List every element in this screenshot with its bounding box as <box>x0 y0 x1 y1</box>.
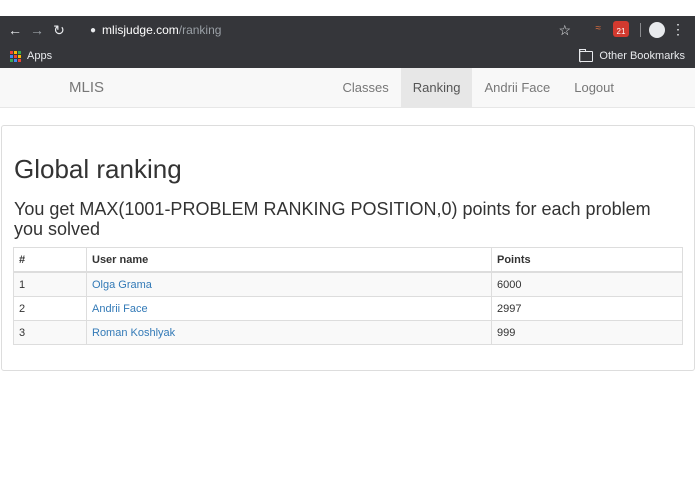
bookmarks-bar: Apps Other Bookmarks <box>0 44 695 68</box>
ranking-description: You get MAX(1001-PROBLEM RANKING POSITIO… <box>14 199 651 239</box>
table-row: 1 Olga Grama 6000 <box>13 271 683 297</box>
table-header-row: # User name Points <box>13 247 683 273</box>
column-header-points: Points <box>491 247 683 273</box>
nav-item-classes[interactable]: Classes <box>331 68 401 107</box>
profile-avatar-icon[interactable] <box>649 22 665 38</box>
table-row: 2 Andrii Face 2997 <box>13 296 683 321</box>
url-host: mlisjudge.com <box>102 23 179 37</box>
ranking-table: # User name Points 1 Olga Grama 6000 2 A… <box>13 247 683 345</box>
user-cell: Olga Grama <box>86 271 492 297</box>
user-link[interactable]: Roman Koshlyak <box>92 327 175 339</box>
rank-cell: 2 <box>13 296 87 321</box>
address-bar-row: ← → ↻ ● mlisjudge.com/ranking ☆ ≈ 21 ⋮ <box>0 16 695 44</box>
extension-badge-icon[interactable]: 21 <box>613 21 629 37</box>
points-cell: 2997 <box>491 296 683 321</box>
window-top-strip <box>0 0 695 16</box>
menu-kebab-icon[interactable]: ⋮ <box>671 21 685 38</box>
column-header-rank: # <box>13 247 87 273</box>
rank-cell: 3 <box>13 320 87 345</box>
browser-chrome: ← → ↻ ● mlisjudge.com/ranking ☆ ≈ 21 ⋮ A… <box>0 16 695 68</box>
user-cell: Andrii Face <box>86 296 492 321</box>
table-row: 3 Roman Koshlyak 999 <box>13 320 683 345</box>
user-link[interactable]: Andrii Face <box>92 303 148 315</box>
site-navbar: MLIS Classes Ranking Andrii Face Logout <box>0 68 695 108</box>
apps-bookmark[interactable]: Apps <box>27 50 52 62</box>
nav-menu: Classes Ranking Andrii Face Logout <box>331 68 695 107</box>
bookmark-star-icon[interactable]: ☆ <box>558 22 571 39</box>
user-cell: Roman Koshlyak <box>86 320 492 345</box>
address-bar[interactable]: ● mlisjudge.com/ranking <box>82 19 577 41</box>
user-link[interactable]: Olga Grama <box>92 279 152 291</box>
toolbar-divider <box>640 23 641 37</box>
back-arrow-icon[interactable]: ← <box>6 21 24 39</box>
nav-item-user[interactable]: Andrii Face <box>472 68 562 107</box>
lock-icon: ● <box>90 24 97 36</box>
points-cell: 6000 <box>491 271 683 297</box>
other-bookmarks[interactable]: Other Bookmarks <box>579 44 685 68</box>
rank-cell: 1 <box>13 271 87 297</box>
page-title: Global ranking <box>14 154 182 184</box>
nav-item-ranking[interactable]: Ranking <box>400 68 473 107</box>
nav-item-logout[interactable]: Logout <box>562 68 626 107</box>
ranking-panel: Global ranking You get MAX(1001-PROBLEM … <box>1 125 695 371</box>
apps-grid-icon[interactable] <box>10 50 21 62</box>
points-cell: 999 <box>491 320 683 345</box>
url-path: /ranking <box>178 23 222 37</box>
folder-icon <box>579 48 594 62</box>
forward-arrow-icon[interactable]: → <box>28 21 46 39</box>
other-bookmarks-label: Other Bookmarks <box>599 50 685 62</box>
column-header-user: User name <box>86 247 492 273</box>
site-brand[interactable]: MLIS <box>69 68 104 107</box>
extension-icon[interactable]: ≈ <box>596 23 602 34</box>
reload-icon[interactable]: ↻ <box>50 21 68 39</box>
